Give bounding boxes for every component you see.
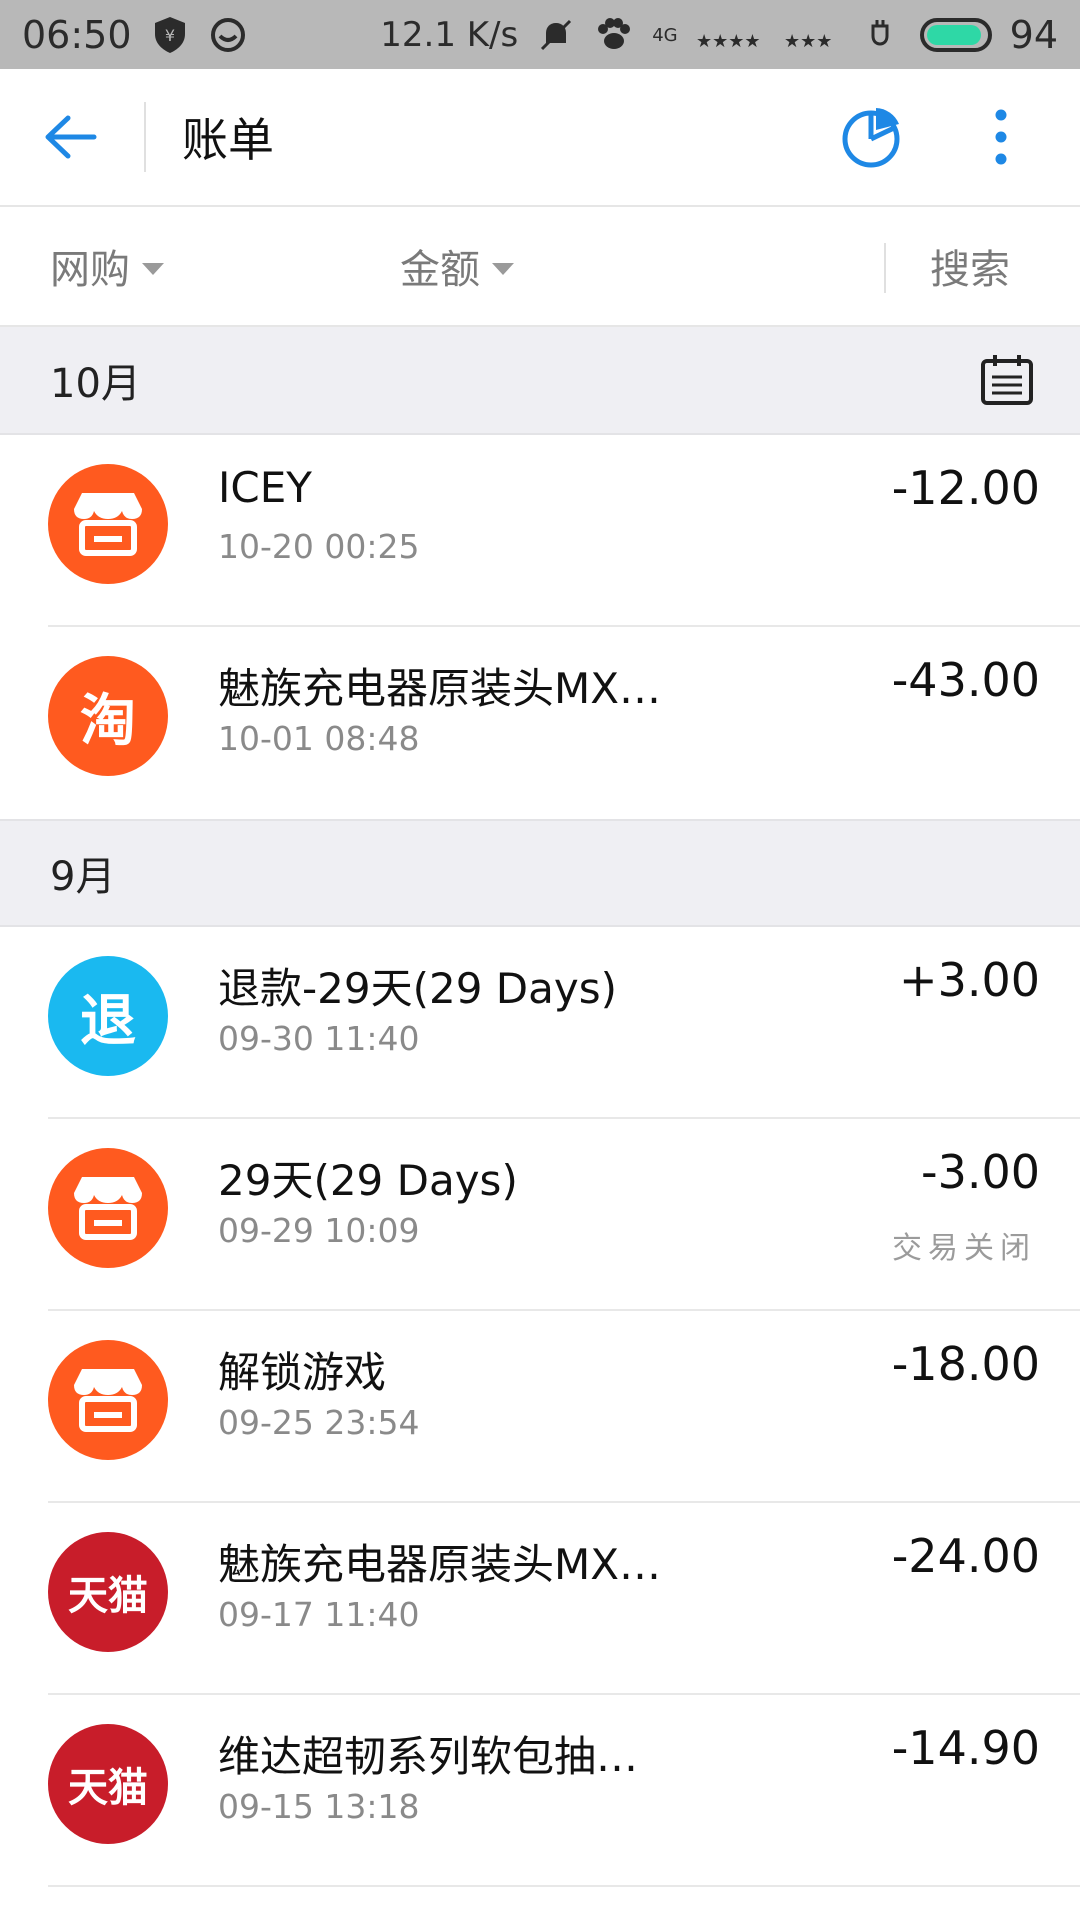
calendar-button[interactable]: [980, 353, 1034, 417]
month-header: 10月: [0, 327, 1080, 435]
calendar-icon: [981, 355, 1033, 405]
app-header: 账单: [0, 69, 1080, 207]
transaction-name: 29天(29 Days): [218, 1156, 518, 1205]
month-label: 9月: [50, 854, 116, 900]
status-bar: 06:50 ¥ 12.1 K/s 4G ★★★★ ★★★ 94: [0, 0, 1080, 69]
svg-text:★★★★: ★★★★: [696, 31, 761, 52]
month-header: 9月: [0, 819, 1080, 927]
wifi-stars-icon: ★★★: [784, 15, 844, 55]
back-arrow-icon: [45, 115, 97, 159]
category-filter-label: 网购: [50, 247, 130, 293]
transaction-amount: -3.00: [920, 1145, 1040, 1199]
transaction-name: 魅族充电器原装头MX…: [218, 664, 662, 713]
transaction-time: 09-29 10:09: [218, 1211, 420, 1250]
transaction-name: 维达超韧系列软包抽…: [218, 1732, 639, 1781]
tmall-icon: 天猫: [48, 1724, 168, 1844]
transaction-status: 交易关闭: [892, 1231, 1036, 1266]
transaction-row[interactable]: 淘 魅族充电器原装头MX… 10-01 08:48 -43.00: [0, 627, 1080, 819]
tmall-icon: 天猫: [48, 1532, 168, 1652]
avatar-text: 淘: [80, 688, 136, 754]
dropdown-arrow-icon: [142, 263, 164, 275]
search-divider: [884, 243, 886, 293]
transaction-time: 09-17 11:40: [218, 1595, 420, 1634]
shop-icon: [48, 1340, 168, 1460]
transaction-row[interactable]: 29天(29 Days) 09-29 10:09 -3.00 交易关闭: [0, 1119, 1080, 1311]
avatar-text: 退: [80, 988, 136, 1054]
transaction-time: 09-30 11:40: [218, 1019, 420, 1058]
transaction-name: 解锁游戏: [218, 1348, 387, 1397]
battery-percent: 94: [1009, 12, 1058, 57]
svg-text:★★★: ★★★: [784, 31, 832, 52]
transaction-amount: +3.00: [899, 953, 1040, 1007]
paw-icon: [594, 15, 634, 55]
network-type: 4G: [652, 24, 678, 46]
transaction-amount: -18.00: [891, 1337, 1040, 1391]
transaction-name: 魅族充电器原装头MX…: [218, 1540, 662, 1589]
category-filter[interactable]: 网购: [50, 237, 164, 295]
transaction-amount: -24.00: [891, 1529, 1040, 1583]
avatar-text: 天猫: [68, 1573, 148, 1619]
transaction-name: ICEY: [218, 463, 312, 512]
amount-filter[interactable]: 金额: [400, 237, 514, 295]
search-button[interactable]: 搜索: [930, 237, 1010, 295]
page-title: 账单: [182, 113, 274, 167]
transaction-time: 09-25 23:54: [218, 1403, 420, 1442]
svg-text:¥: ¥: [164, 26, 174, 45]
transaction-row[interactable]: 天猫 魅族充电器原装头MX… 09-17 11:40 -24.00: [0, 1503, 1080, 1695]
shield-yen-icon: ¥: [150, 15, 190, 55]
mute-icon: [536, 15, 576, 55]
transaction-time: 10-01 08:48: [218, 719, 420, 758]
shop-icon: [48, 1148, 168, 1268]
battery-icon: [919, 17, 992, 52]
battery-level: [926, 24, 982, 45]
avatar-text: 天猫: [68, 1765, 148, 1811]
transaction-time: 09-15 13:18: [218, 1787, 420, 1826]
refund-icon: 退: [48, 956, 168, 1076]
taobao-icon: 淘: [48, 656, 168, 776]
transaction-amount: -43.00: [891, 653, 1040, 707]
filter-bar: 网购 金额 搜索: [0, 207, 1080, 327]
transaction-row[interactable]: ICEY 10-20 00:25 -12.00: [0, 435, 1080, 627]
transaction-row[interactable]: 天猫 维达超韧系列软包抽… 09-15 13:18 -14.90: [0, 1695, 1080, 1887]
more-button[interactable]: [956, 92, 1046, 182]
pie-chart-icon: [842, 108, 900, 168]
transaction-name: 退款-29天(29 Days): [218, 964, 617, 1013]
back-button[interactable]: [0, 68, 140, 206]
transaction-row[interactable]: 退 退款-29天(29 Days) 09-30 11:40 +3.00: [0, 927, 1080, 1119]
signal-icon: ★★★★: [696, 15, 766, 55]
more-vertical-icon: [995, 109, 1007, 165]
smile-icon: [208, 15, 248, 55]
network-speed: 12.1 K/s: [380, 14, 519, 55]
transaction-amount: -12.00: [891, 461, 1040, 515]
transaction-row[interactable]: 解锁游戏 09-25 23:54 -18.00: [0, 1311, 1080, 1503]
charging-icon: [862, 15, 902, 55]
chart-button[interactable]: [826, 92, 916, 182]
dropdown-arrow-icon: [492, 263, 514, 275]
transaction-time: 10-20 00:25: [218, 527, 420, 566]
amount-filter-label: 金额: [400, 247, 480, 293]
transaction-amount: -14.90: [891, 1721, 1040, 1775]
header-divider: [144, 102, 146, 172]
status-time: 06:50: [22, 12, 132, 57]
shop-icon: [48, 464, 168, 584]
month-label: 10月: [50, 361, 141, 407]
